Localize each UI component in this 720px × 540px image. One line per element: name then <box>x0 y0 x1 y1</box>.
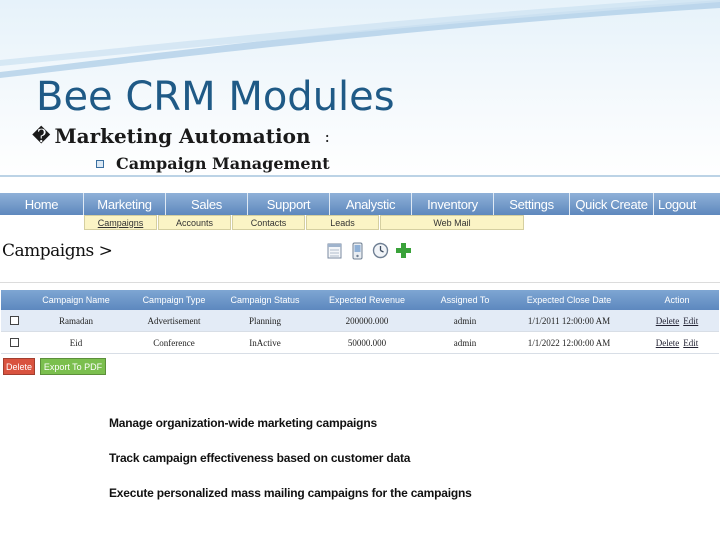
column-header[interactable]: Expected Revenue <box>307 290 427 310</box>
column-header[interactable]: Campaign Status <box>223 290 307 310</box>
bullet-label: Campaign Management <box>116 154 330 173</box>
column-header[interactable]: Assigned To <box>427 290 503 310</box>
bullet-campaign-management: Campaign Management <box>96 154 330 173</box>
campaign-type: Advertisement <box>147 315 201 326</box>
expected-close-date: 1/1/2022 12:00:00 AM <box>527 337 611 348</box>
square-bullet-icon <box>96 159 104 168</box>
subnav-leads[interactable]: Leads <box>306 215 379 230</box>
header-divider <box>0 175 720 177</box>
column-header[interactable]: Expected Close Date <box>503 290 635 310</box>
nav-settings[interactable]: Settings <box>494 193 570 215</box>
slide-header: Bee CRM Modules � Marketing Automation :… <box>0 0 720 178</box>
subnav-contacts[interactable]: Contacts <box>232 215 305 230</box>
delete-link[interactable]: Delete <box>656 338 679 348</box>
assigned-to: admin <box>453 337 477 348</box>
row-checkbox[interactable] <box>9 316 19 325</box>
calendar-icon[interactable] <box>326 241 343 260</box>
delete-link[interactable]: Delete <box>656 316 679 326</box>
bullet-label: Marketing Automation <box>54 124 311 148</box>
table-row: Eid Conference InActive 50000.000 admin … <box>1 332 719 354</box>
nav-marketing[interactable]: Marketing <box>84 193 166 215</box>
bulk-actions: Delete Export To PDF <box>3 358 106 375</box>
nav-logout[interactable]: Logout <box>654 193 700 215</box>
column-header: Action <box>664 295 690 305</box>
clock-icon[interactable] <box>372 241 389 260</box>
expected-revenue: 50000.000 <box>347 337 387 348</box>
page-title: Campaigns > <box>2 241 113 261</box>
delete-button[interactable]: Delete <box>3 358 35 375</box>
feature-item: Execute personalized mass mailing campai… <box>109 486 472 500</box>
nav-quick-create[interactable]: Quick Create <box>570 193 654 215</box>
campaign-name: Ramadan <box>59 315 93 326</box>
subnav-campaigns[interactable]: Campaigns <box>84 215 157 230</box>
header-select <box>1 290 27 310</box>
campaign-name: Eid <box>69 337 83 348</box>
toolbar-icons <box>326 241 412 260</box>
assigned-to: admin <box>453 315 477 326</box>
mobile-icon[interactable] <box>349 241 366 260</box>
column-header[interactable]: Campaign Name <box>27 290 125 310</box>
row-select <box>1 310 27 331</box>
subnav-web-mail[interactable]: Web Mail <box>380 215 524 230</box>
row-actions: Delete Edit <box>635 332 719 353</box>
campaign-type: Conference <box>153 337 195 348</box>
sub-nav: Campaigns Accounts Contacts Leads Web Ma… <box>84 215 525 230</box>
subnav-accounts[interactable]: Accounts <box>158 215 231 230</box>
column-header[interactable]: Campaign Type <box>125 290 223 310</box>
nav-inventory[interactable]: Inventory <box>412 193 494 215</box>
crm-screenshot: Home Marketing Sales Support Analystic I… <box>0 186 720 386</box>
edit-link[interactable]: Edit <box>683 338 698 348</box>
main-nav: Home Marketing Sales Support Analystic I… <box>0 193 720 215</box>
expected-close-date: 1/1/2011 12:00:00 AM <box>527 315 611 326</box>
campaign-status: InActive <box>249 337 281 348</box>
nav-analystic[interactable]: Analystic <box>330 193 412 215</box>
expected-revenue: 200000.000 <box>345 315 389 326</box>
slide-title: Bee CRM Modules <box>36 74 395 120</box>
nav-support[interactable]: Support <box>248 193 330 215</box>
nav-home[interactable]: Home <box>0 193 84 215</box>
feature-item: Manage organization-wide marketing campa… <box>109 416 377 430</box>
row-select <box>1 332 27 353</box>
bullet-colon: : <box>324 126 330 146</box>
feature-item: Track campaign effectiveness based on cu… <box>109 451 411 465</box>
export-pdf-button[interactable]: Export To PDF <box>40 358 106 375</box>
add-icon[interactable] <box>395 241 412 260</box>
campaigns-table: Campaign Name Campaign Type Campaign Sta… <box>1 290 719 354</box>
row-actions: Delete Edit <box>635 310 719 331</box>
edit-link[interactable]: Edit <box>683 316 698 326</box>
decorative-swoosh <box>0 0 720 78</box>
table-header: Campaign Name Campaign Type Campaign Sta… <box>1 290 719 310</box>
bullet-marketing-automation: � Marketing Automation : <box>32 124 330 148</box>
row-checkbox[interactable] <box>9 338 19 347</box>
table-row: Ramadan Advertisement Planning 200000.00… <box>1 310 719 332</box>
campaign-status: Planning <box>248 315 281 326</box>
feature-list: Manage organization-wide marketing campa… <box>109 416 472 521</box>
bullet-glyph: � <box>32 125 51 147</box>
nav-sales[interactable]: Sales <box>166 193 248 215</box>
section-divider <box>0 282 720 283</box>
